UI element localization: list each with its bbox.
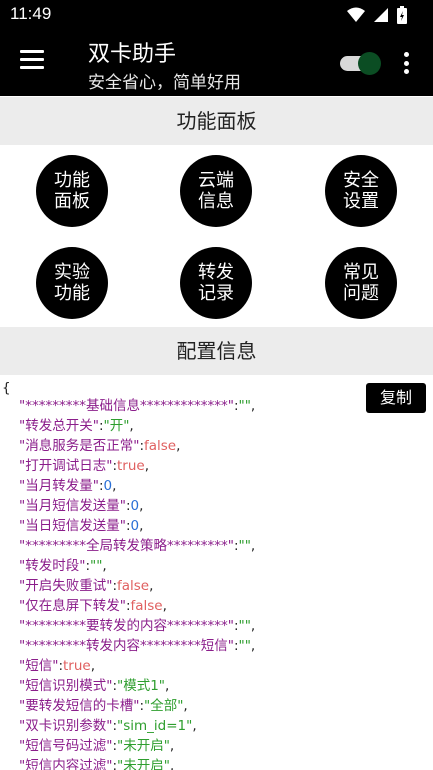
config-value: "" xyxy=(238,398,251,414)
config-key: 当月转发量 xyxy=(25,478,93,494)
status-icons xyxy=(347,6,407,24)
app-subtitle: 安全省心，简单好用 xyxy=(88,73,241,93)
config-key: 短信 xyxy=(25,658,53,674)
config-key: 短信识别模式 xyxy=(25,678,107,694)
config-value: false xyxy=(144,438,177,454)
copy-button[interactable]: 复制 xyxy=(366,383,426,413)
forward-records-label: 转发记录 xyxy=(198,262,234,304)
config-key: 当月短信发送量 xyxy=(25,498,120,514)
config-key: 双卡识别参数 xyxy=(25,718,107,734)
faq-button[interactable]: 常见问题 xyxy=(325,247,397,319)
config-line: "打开调试日志":true, xyxy=(19,458,150,474)
config-line: "当月短信发送量":0, xyxy=(19,498,144,514)
feature-panel-label: 功能面板 xyxy=(54,170,90,212)
config-line: "转发时段":"", xyxy=(19,558,107,574)
config-value: "" xyxy=(90,558,103,574)
cloud-info-label: 云端信息 xyxy=(198,170,234,212)
config-line: "当月转发量":0, xyxy=(19,478,117,494)
config-line: "*********要转发的内容*********":"", xyxy=(19,618,256,634)
config-line: "*********基础信息*************":"", xyxy=(19,398,256,414)
status-bar: 11:49 xyxy=(0,0,433,30)
config-lines: "*********基础信息*************":"", "转发总开关":… xyxy=(19,396,255,770)
config-key: 要转发短信的卡槽 xyxy=(25,698,134,714)
config-key: 短信内容过滤 xyxy=(25,758,107,770)
config-key: *********全局转发策略********* xyxy=(25,538,228,554)
config-value: "模式1" xyxy=(117,678,166,694)
config-value: "" xyxy=(238,538,251,554)
wifi-icon xyxy=(347,7,365,22)
config-value: "未开启" xyxy=(117,738,170,754)
forward-records-button[interactable]: 转发记录 xyxy=(180,247,252,319)
config-key: 消息服务是否正常 xyxy=(25,438,134,454)
config-key: 转发时段 xyxy=(25,558,80,574)
config-line: "*********转发内容*********短信":"", xyxy=(19,638,256,654)
config-title: 配置信息 xyxy=(0,327,433,375)
config-key: 打开调试日志 xyxy=(25,458,107,474)
signal-icon xyxy=(374,8,388,22)
panel-title: 功能面板 xyxy=(0,97,433,145)
open-brace: { xyxy=(2,380,11,396)
config-value: "sim_id=1" xyxy=(117,718,193,734)
config-value: "" xyxy=(238,618,251,634)
experimental-features-button[interactable]: 实验功能 xyxy=(36,247,108,319)
config-value: true xyxy=(63,658,91,674)
config-value: 0 xyxy=(130,498,140,514)
config-line: "双卡识别参数":"sim_id=1", xyxy=(19,718,197,734)
master-toggle[interactable] xyxy=(338,52,382,75)
config-line: "转发总开关":"开", xyxy=(19,418,134,434)
experimental-features-label: 实验功能 xyxy=(54,262,90,304)
config-line: "短信号码过滤":"未开启", xyxy=(19,738,175,754)
faq-label: 常见问题 xyxy=(343,262,379,304)
security-settings-button[interactable]: 安全设置 xyxy=(325,155,397,227)
config-line: "短信内容过滤":"未开启", xyxy=(19,756,255,770)
config-value: false xyxy=(117,578,150,594)
config-value: 0 xyxy=(130,518,140,534)
config-line: "仅在息屏下转发":false, xyxy=(19,598,167,614)
config-json-view[interactable]: { "*********基础信息*************":"", "转发总开关… xyxy=(0,375,433,770)
config-line: "消息服务是否正常":false, xyxy=(19,438,181,454)
security-settings-label: 安全设置 xyxy=(343,170,379,212)
overflow-menu-icon[interactable] xyxy=(398,50,414,76)
config-line: "开启失败重试":false, xyxy=(19,578,154,594)
config-line: "当日短信发送量":0, xyxy=(19,518,144,534)
config-key: 转发总开关 xyxy=(25,418,93,434)
config-line: "*********全局转发策略*********":"", xyxy=(19,538,256,554)
config-value: 0 xyxy=(103,478,113,494)
menu-icon[interactable] xyxy=(20,50,46,74)
config-value: "全部" xyxy=(144,698,184,714)
config-key: 仅在息屏下转发 xyxy=(25,598,120,614)
config-key: *********要转发的内容********* xyxy=(25,618,228,634)
config-line: "短信":true, xyxy=(19,658,96,674)
app-bar: 双卡助手 安全省心，简单好用 xyxy=(0,30,433,96)
config-key: *********基础信息************* xyxy=(25,398,228,414)
cloud-info-button[interactable]: 云端信息 xyxy=(180,155,252,227)
toggle-thumb xyxy=(358,52,381,75)
config-key: 当日短信发送量 xyxy=(25,518,120,534)
config-value: true xyxy=(117,458,145,474)
config-value: "" xyxy=(238,638,251,654)
status-time: 11:49 xyxy=(10,4,52,23)
config-line: "要转发短信的卡槽":"全部", xyxy=(19,698,188,714)
config-value: "开" xyxy=(103,418,130,434)
config-value: "未开启" xyxy=(117,758,170,770)
battery-icon xyxy=(397,6,407,24)
config-line: "短信识别模式":"模式1", xyxy=(19,678,170,694)
config-key: *********转发内容*********短信 xyxy=(25,638,228,654)
config-key: 短信号码过滤 xyxy=(25,738,107,754)
config-value: false xyxy=(130,598,163,614)
feature-panel-button[interactable]: 功能面板 xyxy=(36,155,108,227)
app-title: 双卡助手 xyxy=(88,42,177,67)
config-key: 开启失败重试 xyxy=(25,578,107,594)
